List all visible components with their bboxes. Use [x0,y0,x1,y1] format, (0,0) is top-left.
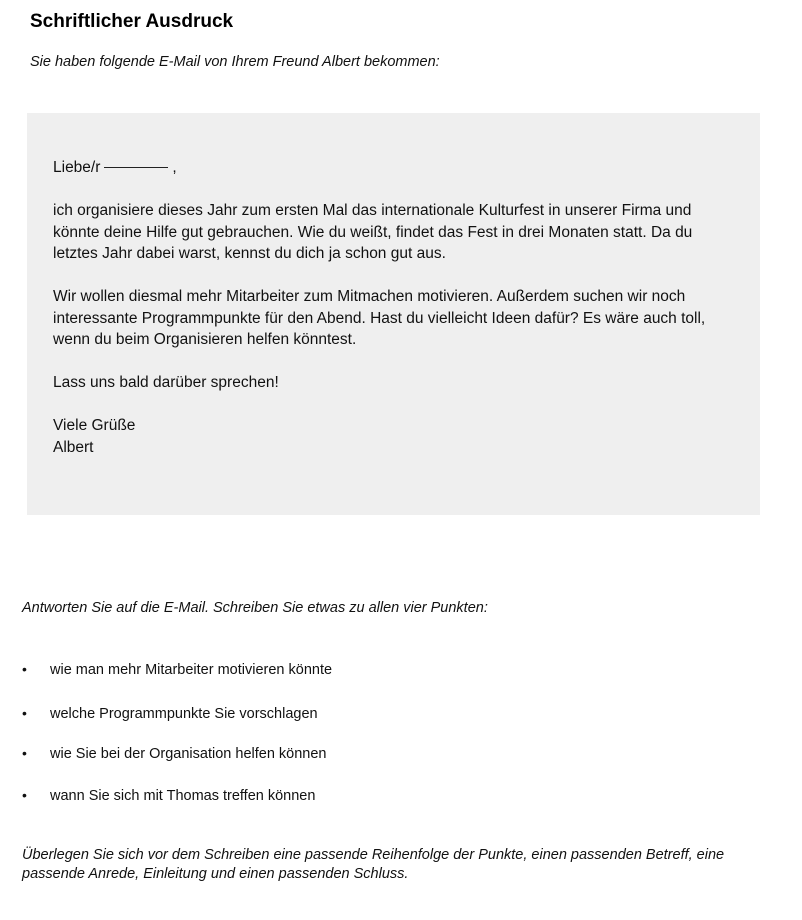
salutation-prefix: Liebe/r [53,159,101,176]
email-paragraph-3: Lass uns bald darüber sprechen! [53,374,279,391]
email-paragraph-1: ich organisiere dieses Jahr zum ersten M… [53,202,693,262]
point-text: wie man mehr Mitarbeiter motivieren könn… [50,662,333,678]
list-item: • wie Sie bei der Organisation helfen kön… [22,743,326,764]
salutation-suffix: , [172,159,177,176]
bullet-icon: • [22,705,27,721]
point-text: welche Programmpunkte Sie vorschlagen [50,706,318,722]
email-box: Liebe/r, ich organisiere dieses Jahr zum… [27,113,760,515]
bullet-icon: • [22,787,27,803]
bullet-icon: • [22,661,27,677]
name-blank-line [104,166,169,168]
bullet-icon: • [22,745,27,761]
list-item: • welche Programmpunkte Sie vorschlagen [22,703,318,724]
task-outro: Überlegen Sie sich vor dem Schreiben ein… [22,847,725,882]
list-item: • wie man mehr Mitarbeiter motivieren kön… [22,659,332,680]
list-item: • wann Sie sich mit Thomas treffen können [22,785,315,806]
email-signature: Albert [53,438,94,456]
point-text: wie Sie bei der Organisation helfen könn… [50,746,327,762]
page-title: Schriftlicher Ausdruck [30,11,234,32]
point-text: wann Sie sich mit Thomas treffen können [50,788,316,804]
email-closing: Viele Grüße [53,417,136,434]
intro-text: Sie haben folgende E-Mail von Ihrem Freu… [30,54,440,70]
task-instruction: Antworten Sie auf die E-Mail. Schreiben … [22,600,488,616]
email-paragraph-2: Wir wollen diesmal mehr Mitarbeiter zum … [53,288,706,348]
email-salutation: Liebe/r, [53,157,734,179]
